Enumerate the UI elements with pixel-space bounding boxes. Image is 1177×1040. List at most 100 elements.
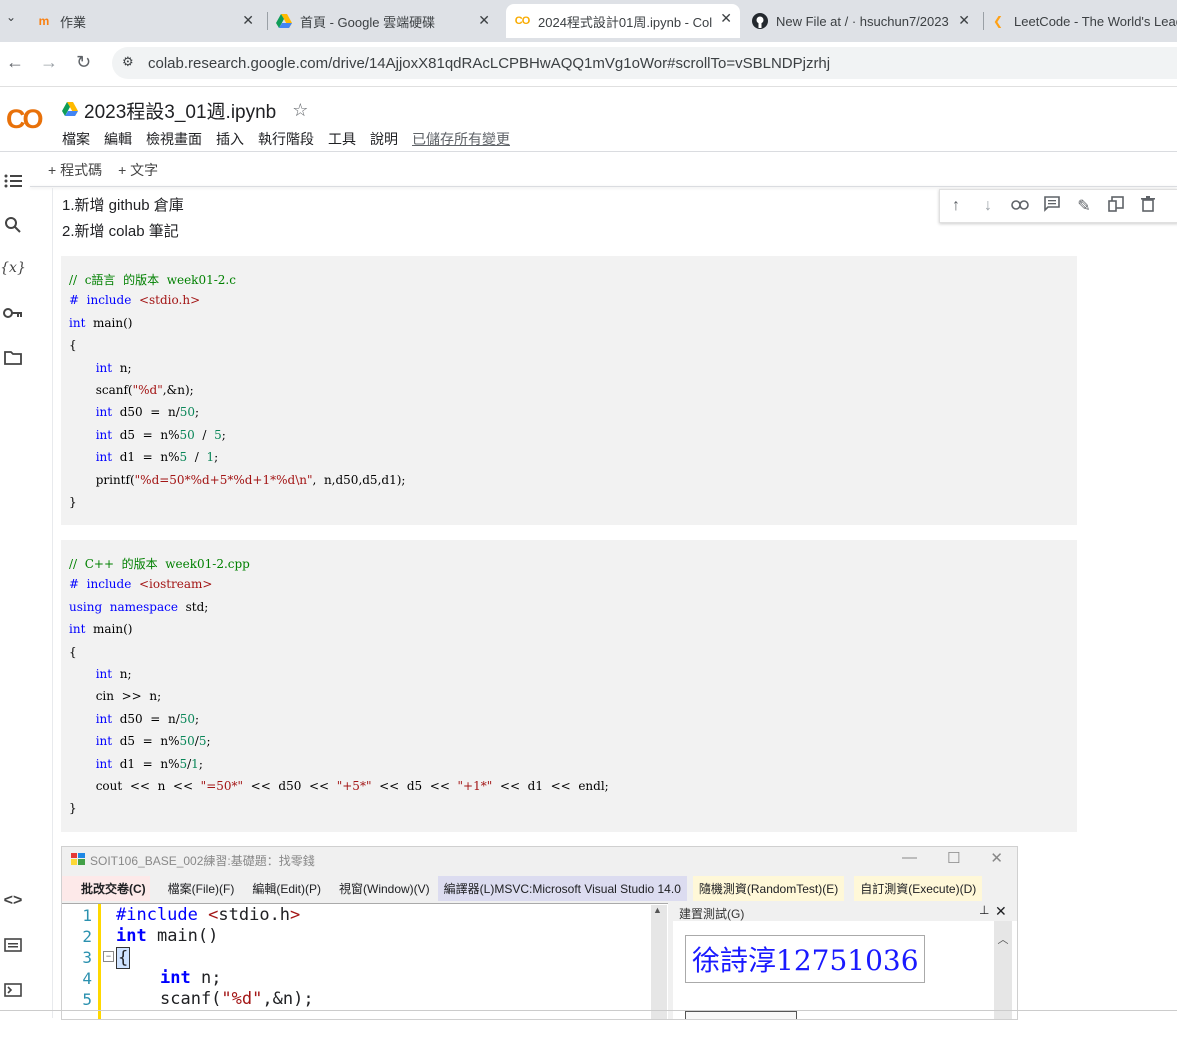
code-token: 50 xyxy=(179,427,195,442)
fold-toggle-icon[interactable]: − xyxy=(103,951,114,962)
tab-list-chevron-icon[interactable]: ⌄ xyxy=(6,10,16,24)
colab-logo[interactable]: CO xyxy=(6,104,43,135)
code-token: int xyxy=(69,360,113,375)
terminal-icon[interactable] xyxy=(2,979,24,1001)
code-line: int d50 = n/50; xyxy=(69,405,199,419)
omnibox[interactable]: ⚙ colab.research.google.com/drive/14Ajjo… xyxy=(112,47,1177,79)
reload-icon[interactable]: ↻ xyxy=(76,52,91,73)
line-number: 4 xyxy=(82,969,92,988)
close-icon[interactable]: ✕ xyxy=(990,849,1003,867)
tab-google-drive[interactable]: 首頁 - Google 雲端硬碟 ✕ xyxy=(276,6,498,36)
code-line: } xyxy=(69,801,77,815)
code-line: int d50 = n/50; xyxy=(69,712,199,726)
code-token: 1 xyxy=(206,450,215,465)
ide-window-title: SOIT106_BASE_002練習:基礎題：找零錢 xyxy=(90,854,315,868)
edit-pencil-icon[interactable]: ✎ xyxy=(1068,196,1100,216)
menu-insert[interactable]: 插入 xyxy=(216,129,244,149)
code-line: { xyxy=(69,338,77,352)
secrets-key-icon[interactable] xyxy=(2,302,24,324)
menu-file[interactable]: 檔案 xyxy=(62,129,90,149)
delete-trash-icon[interactable] xyxy=(1132,195,1164,217)
ide-menu-execute[interactable]: 自訂測資(Execute)(D) xyxy=(854,875,983,901)
notebook-title[interactable]: 2023程設3_01週.ipynb xyxy=(84,97,276,124)
link-icon[interactable] xyxy=(1004,197,1036,215)
editor-scrollbar[interactable]: ▲ xyxy=(651,905,667,1019)
google-drive-icon xyxy=(276,13,292,29)
star-icon[interactable]: ☆ xyxy=(292,100,308,121)
move-up-icon[interactable]: ↑ xyxy=(940,197,972,215)
files-folder-icon[interactable] xyxy=(2,346,24,368)
move-down-icon[interactable]: ↓ xyxy=(972,197,1004,215)
url-text[interactable]: colab.research.google.com/drive/14AjjoxX… xyxy=(148,55,830,72)
tab-title: 作業 xyxy=(60,14,87,30)
panel-scrollbar[interactable]: ︿ xyxy=(994,921,1012,1019)
close-tab-icon[interactable]: ✕ xyxy=(478,12,490,29)
close-tab-icon[interactable]: ✕ xyxy=(958,12,970,29)
code-token: main() xyxy=(85,622,133,637)
panel-close-icon[interactable]: ✕ xyxy=(995,903,1007,920)
code-line: int d1 = n%5/1; xyxy=(69,757,203,771)
ide-menu-bar: 批改交卷(C) 檔案(File)(F) 編輯(Edit)(P) 視窗(Windo… xyxy=(62,875,1017,901)
browser-tab-strip: ⌄ m 作業 ✕ 首頁 - Google 雲端硬碟 ✕ CO 2024程式設計0… xyxy=(0,0,1177,42)
code-token: int xyxy=(69,622,86,637)
colab-icon: CO xyxy=(514,15,531,27)
ide-menu-edit[interactable]: 編輯(Edit)(P) xyxy=(252,880,321,897)
menu-edit[interactable]: 編輯 xyxy=(104,129,132,149)
save-status[interactable]: 已儲存所有變更 xyxy=(412,129,510,149)
tab-moodle[interactable]: m 作業 ✕ xyxy=(36,6,262,36)
ide-menu-random-test[interactable]: 隨機測資(RandomTest)(E) xyxy=(692,875,845,901)
menu-view[interactable]: 檢視畫面 xyxy=(146,129,202,149)
editor-line: int main() xyxy=(116,926,219,946)
add-code-cell-button[interactable]: + 程式碼 xyxy=(48,160,102,180)
code-snippets-icon[interactable]: <> xyxy=(2,890,24,912)
code-line: using namespace std; xyxy=(69,600,208,614)
tab-colab-active[interactable]: CO 2024程式設計01周.ipynb - Col ✕ xyxy=(506,4,740,38)
panel-title: 建置測試(G) xyxy=(679,907,745,921)
back-arrow-icon[interactable]: ← xyxy=(6,52,24,73)
tab-leetcode[interactable]: ❮ LeetCode - The World's Lead xyxy=(990,6,1177,36)
close-tab-icon[interactable]: ✕ xyxy=(242,12,254,29)
code-token: printf( xyxy=(69,472,135,487)
code-token: , n,d50,d5,d1); xyxy=(312,472,406,487)
table-of-contents-icon[interactable] xyxy=(2,170,24,192)
code-token: int xyxy=(69,450,113,465)
menu-runtime[interactable]: 執行階段 xyxy=(258,129,314,149)
forward-arrow-icon[interactable]: → xyxy=(40,52,58,73)
code-token: cout << n << xyxy=(69,779,201,793)
code-line: printf("%d=50*%d+5*%d+1*%d\n", n,d50,d5,… xyxy=(69,472,406,487)
close-tab-icon[interactable]: ✕ xyxy=(720,10,732,27)
search-icon[interactable] xyxy=(2,214,24,236)
minimize-icon[interactable]: — xyxy=(902,849,917,867)
command-palette-icon[interactable] xyxy=(2,934,24,956)
mirror-cell-icon[interactable] xyxy=(1100,195,1132,217)
scroll-up-arrow-icon[interactable]: ▲ xyxy=(653,905,662,915)
code-token: 50 xyxy=(179,711,196,726)
ide-menu-compiler[interactable]: 編譯器(L)MSVC:Microsoft Visual Studio 14.0 xyxy=(437,875,687,901)
comment-icon[interactable] xyxy=(1036,195,1068,217)
add-text-cell-button[interactable]: + 文字 xyxy=(118,160,158,180)
scroll-up-arrow-icon[interactable]: ︿ xyxy=(994,931,1012,947)
logo-text: CO xyxy=(6,104,43,134)
editor-line: #include <stdio.h> xyxy=(116,905,301,925)
code-token: d5 = n% xyxy=(112,427,180,442)
c-code-block[interactable]: // c語言 的版本 week01-2.c # include <stdio.h>… xyxy=(61,256,1077,525)
variables-icon[interactable]: {x} xyxy=(0,257,26,279)
maximize-icon[interactable]: ☐ xyxy=(947,849,960,867)
ide-menu-window[interactable]: 視窗(Window)(V) xyxy=(339,880,430,897)
ide-code-editor[interactable]: 1 2 3 4 5 − #include <stdio.h> int main(… xyxy=(62,903,668,1019)
code-token: "+5*" xyxy=(336,779,372,793)
ide-menu-file[interactable]: 檔案(File)(F) xyxy=(168,880,235,897)
code-token: int xyxy=(69,405,113,420)
cpp-code-block[interactable]: // C++ 的版本 week01-2.cpp # include <iostre… xyxy=(61,540,1077,832)
ide-menu-submit[interactable]: 批改交卷(C) xyxy=(62,875,150,901)
address-bar-row: ← → ↻ ⚙ colab.research.google.com/drive/… xyxy=(0,42,1177,87)
menu-help[interactable]: 說明 xyxy=(370,129,398,149)
menu-tools[interactable]: 工具 xyxy=(328,129,356,149)
tab-github[interactable]: New File at / · hsuchun7/2023 ✕ xyxy=(752,6,978,36)
code-token: 1 xyxy=(191,756,199,771)
site-info-icon[interactable]: ⚙ xyxy=(122,54,134,70)
editor-line: scanf("%d",&n); xyxy=(160,989,314,1009)
code-token: d1 = n% xyxy=(112,450,180,465)
pin-icon[interactable]: ⊥ xyxy=(979,903,989,917)
code-token: ; xyxy=(195,405,200,420)
